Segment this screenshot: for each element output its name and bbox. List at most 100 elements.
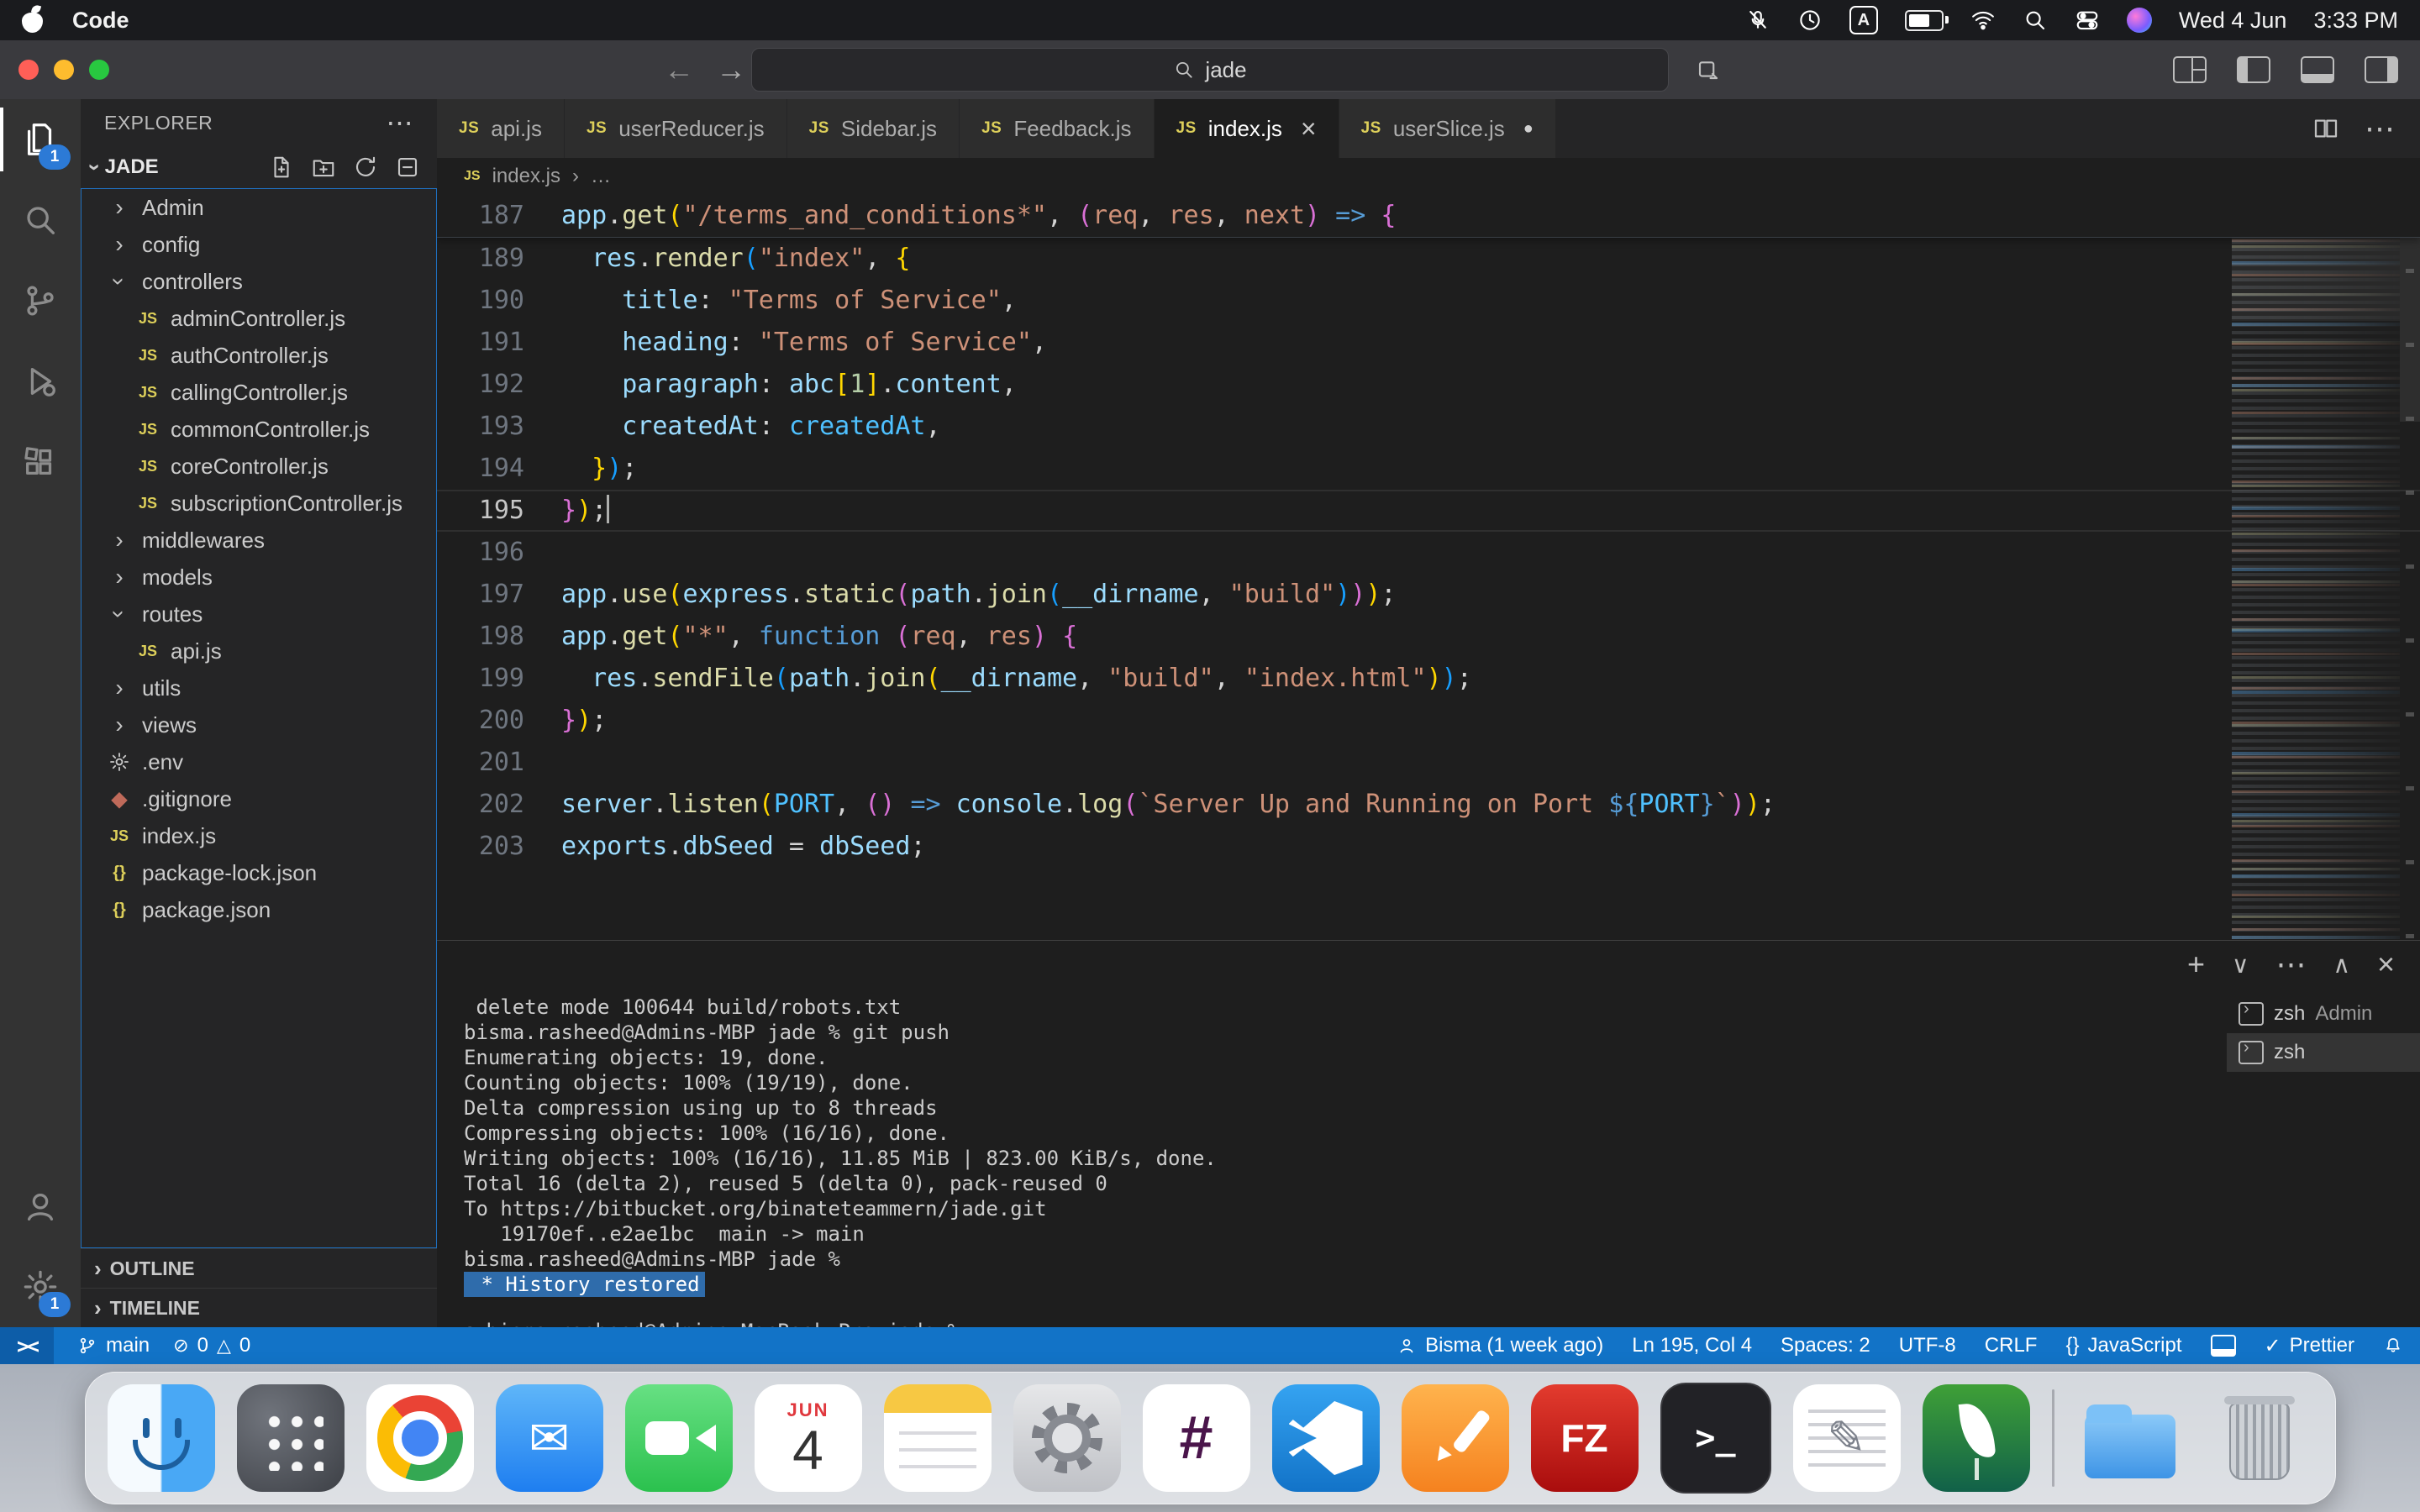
activity-source-control[interactable] bbox=[0, 260, 81, 341]
breadcrumb-more[interactable]: … bbox=[591, 165, 611, 188]
code-row[interactable]: 201 bbox=[437, 742, 2420, 784]
sticky-scroll-line[interactable]: 187 app.get("/terms_and_conditions*", (r… bbox=[437, 195, 2420, 238]
language-mode[interactable]: {} JavaScript bbox=[2065, 1334, 2181, 1357]
menu-date[interactable]: Wed 4 Jun bbox=[2179, 8, 2287, 34]
terminal-dropdown-icon[interactable]: ∨ bbox=[2232, 951, 2249, 979]
new-folder-icon[interactable] bbox=[311, 155, 336, 180]
layout-icon[interactable] bbox=[2211, 1335, 2236, 1357]
search-input[interactable]: jade bbox=[751, 48, 1669, 92]
wifi-icon[interactable] bbox=[1970, 8, 1996, 33]
tree-item[interactable]: JS callingController.js bbox=[82, 374, 436, 411]
tree-item[interactable]: Admin bbox=[82, 189, 436, 226]
tree-item[interactable]: JS api.js bbox=[82, 633, 436, 669]
dock-launchpad[interactable] bbox=[237, 1384, 345, 1492]
menu-time[interactable]: 3:33 PM bbox=[2313, 8, 2398, 34]
tree-item[interactable]: JS coreController.js bbox=[82, 448, 436, 485]
code-row[interactable]: 196 bbox=[437, 532, 2420, 574]
code-row[interactable]: 197 app.use(express.static(path.join(__d… bbox=[437, 574, 2420, 616]
dock-vscode[interactable] bbox=[1272, 1384, 1380, 1492]
tree-item[interactable]: utils bbox=[82, 669, 436, 706]
new-terminal-icon[interactable]: + bbox=[2187, 947, 2205, 982]
code-row[interactable]: 192 paragraph: abc[1].content, bbox=[437, 364, 2420, 406]
dock-facetime[interactable] bbox=[625, 1384, 733, 1492]
more-actions-icon[interactable]: ⋯ bbox=[2275, 947, 2306, 982]
siri-icon[interactable] bbox=[2127, 8, 2152, 33]
cursor-position[interactable]: Ln 195, Col 4 bbox=[1632, 1334, 1752, 1357]
git-blame[interactable]: Bisma (1 week ago) bbox=[1397, 1334, 1603, 1357]
activity-settings[interactable]: 1 bbox=[0, 1247, 81, 1327]
tree-item[interactable]: controllers bbox=[82, 263, 436, 300]
clock-icon[interactable] bbox=[1797, 8, 1823, 33]
tree-item[interactable]: JS adminController.js bbox=[82, 300, 436, 337]
minimize-window-button[interactable] bbox=[54, 60, 74, 80]
explorer-more-actions-icon[interactable]: ⋯ bbox=[387, 107, 414, 139]
encoding[interactable]: UTF-8 bbox=[1899, 1334, 1956, 1357]
editor-tab[interactable]: JS userReducer.js bbox=[565, 99, 787, 158]
dock-trash[interactable] bbox=[2206, 1384, 2313, 1492]
close-window-button[interactable] bbox=[18, 60, 39, 80]
eol-sequence[interactable]: CRLF bbox=[1985, 1334, 2038, 1357]
app-menu[interactable]: Code bbox=[72, 8, 129, 34]
dock-downloads-folder[interactable] bbox=[2076, 1384, 2184, 1492]
activity-run-debug[interactable] bbox=[0, 341, 81, 422]
dock-notes[interactable] bbox=[884, 1384, 992, 1492]
tree-item[interactable]: routes bbox=[82, 596, 436, 633]
control-center-icon[interactable] bbox=[2075, 8, 2100, 33]
dock-slack[interactable]: # bbox=[1143, 1384, 1250, 1492]
problems-indicator[interactable]: ⊘ 0 △ 0 bbox=[173, 1334, 250, 1357]
editor-tab[interactable]: JS Feedback.js bbox=[960, 99, 1154, 158]
tree-item[interactable]: models bbox=[82, 559, 436, 596]
back-icon[interactable]: ← bbox=[664, 52, 694, 87]
terminal-instance[interactable]: zsh Admin bbox=[2227, 995, 2420, 1033]
code-row[interactable]: 190 title: "Terms of Service", bbox=[437, 280, 2420, 322]
dock-pages[interactable] bbox=[1402, 1384, 1509, 1492]
terminal-output[interactable]: delete mode 100644 build/robots.txtbisma… bbox=[437, 988, 2227, 1327]
collapse-all-icon[interactable] bbox=[395, 155, 420, 180]
editor-tab[interactable]: JS userSlice.js ● bbox=[1339, 99, 1556, 158]
code-row[interactable]: 203 exports.dbSeed = dbSeed; bbox=[437, 826, 2420, 868]
dock-calendar[interactable]: JUN 4 bbox=[755, 1384, 862, 1492]
timeline-section[interactable]: › TIMELINE bbox=[81, 1288, 437, 1327]
dock-mongodb[interactable] bbox=[1923, 1384, 2030, 1492]
terminal-instance[interactable]: zsh bbox=[2227, 1033, 2420, 1072]
tree-item[interactable]: {} package-lock.json bbox=[82, 854, 436, 891]
code-row[interactable]: 189 res.render("index", { bbox=[437, 238, 2420, 280]
customize-layout-icon[interactable] bbox=[2173, 56, 2207, 83]
remote-indicator[interactable]: >< bbox=[0, 1327, 54, 1364]
tree-item[interactable]: .env bbox=[82, 743, 436, 780]
code-row[interactable]: 202 server.listen(PORT, () => console.lo… bbox=[437, 784, 2420, 826]
notifications-bell[interactable] bbox=[2383, 1336, 2403, 1356]
activity-extensions[interactable] bbox=[0, 422, 81, 502]
tree-item[interactable]: ◆ .gitignore bbox=[82, 780, 436, 817]
activity-search[interactable] bbox=[0, 180, 81, 260]
refresh-icon[interactable] bbox=[353, 155, 378, 180]
breadcrumb[interactable]: JS index.js › … bbox=[437, 158, 2420, 195]
code-row[interactable]: 199 res.sendFile(path.join(__dirname, "b… bbox=[437, 658, 2420, 700]
code-row[interactable]: 200 }); bbox=[437, 700, 2420, 742]
tree-item[interactable]: JS index.js bbox=[82, 817, 436, 854]
formatter-status[interactable]: ✓ Prettier bbox=[2265, 1334, 2354, 1358]
tree-item[interactable]: middlewares bbox=[82, 522, 436, 559]
indentation[interactable]: Spaces: 2 bbox=[1781, 1334, 1870, 1357]
tree-item[interactable]: config bbox=[82, 226, 436, 263]
code-row[interactable]: 194 }); bbox=[437, 448, 2420, 490]
maximize-window-button[interactable] bbox=[89, 60, 109, 80]
code-row[interactable]: 195 }); bbox=[437, 490, 2420, 532]
input-source-icon[interactable]: A bbox=[1849, 6, 1878, 34]
outline-section[interactable]: › OUTLINE bbox=[81, 1248, 437, 1288]
toggle-panel-icon[interactable] bbox=[2301, 56, 2334, 83]
microphone-muted-icon[interactable] bbox=[1745, 8, 1770, 33]
activity-explorer[interactable]: 1 bbox=[0, 99, 81, 180]
code-editor[interactable]: 187 app.get("/terms_and_conditions*", (r… bbox=[437, 195, 2420, 940]
new-file-icon[interactable] bbox=[269, 155, 294, 180]
maximize-panel-icon[interactable]: ∧ bbox=[2333, 951, 2350, 979]
battery-icon[interactable] bbox=[1905, 10, 1944, 31]
dock-terminal[interactable]: >_ bbox=[1660, 1383, 1771, 1494]
apple-menu-icon[interactable] bbox=[22, 7, 44, 34]
dock-chrome[interactable] bbox=[366, 1384, 474, 1492]
git-branch[interactable]: main bbox=[77, 1334, 150, 1357]
toggle-secondary-sidebar-icon[interactable] bbox=[2365, 56, 2398, 83]
close-tab-icon[interactable]: × bbox=[1301, 115, 1317, 142]
editor-tab[interactable]: JS Sidebar.js bbox=[787, 99, 960, 158]
toggle-primary-sidebar-icon[interactable] bbox=[2237, 56, 2270, 83]
